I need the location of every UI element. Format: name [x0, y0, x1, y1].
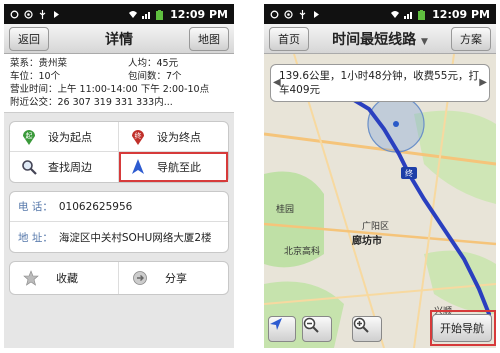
share-icon [131, 269, 149, 287]
route-summary-text: 139.6公里，1小时48分钟，收费55元，打车409元 [279, 70, 479, 96]
battery-icon [418, 9, 427, 20]
restaurant-info: 菜系：贵州菜 人均：45元 车位：10个 包间数：7个 营业时间：上午 11:0… [4, 54, 234, 113]
status-bar: 12:09 PM [264, 4, 496, 24]
place-label: 北京高科 [284, 247, 321, 257]
district-label: 广阳区 [362, 222, 390, 232]
start-navigation-button[interactable]: 开始导航 [432, 314, 492, 342]
plan-button[interactable]: 方案 [450, 26, 491, 51]
at-icon [24, 9, 33, 19]
route-type-dropdown[interactable]: 时间最短线路 ▼ [332, 29, 428, 49]
zoom-in-button[interactable] [352, 316, 382, 342]
signal-icon [142, 10, 151, 19]
route-map-screen: 12:09 PM 首页 时间最短线路 ▼ 方案 终 廊坊市 广阳区 北京高科 桂… [264, 4, 496, 348]
usb-icon [298, 9, 307, 19]
parking-text: 车位：10个 [10, 71, 61, 82]
favorite-label: 收藏 [56, 272, 78, 285]
chevron-left-icon[interactable]: ◀ [273, 76, 281, 90]
share-label: 分享 [165, 272, 187, 285]
locate-arrow-icon [270, 318, 282, 330]
contact-card: 电 话： 01062625956 地 址： 海淀区中关村SOHU网络大厦2楼 [9, 191, 229, 253]
set-start-button[interactable]: 起 设为起点 [10, 122, 119, 152]
zoom-in-icon [353, 317, 369, 333]
address-label: 地 址： [18, 231, 53, 244]
detail-screen: 12:09 PM 返回 详情 地图 菜系：贵州菜 人均：45元 车位：10个 包… [4, 4, 234, 348]
star-icon [22, 269, 40, 287]
navigate-here-label: 导航至此 [157, 161, 201, 174]
city-label: 廊坊市 [352, 236, 382, 247]
signal-icon [404, 10, 413, 19]
address-row[interactable]: 地 址： 海淀区中关村SOHU网络大厦2楼 [10, 222, 228, 252]
current-location-dot [393, 121, 399, 127]
wifi-icon [128, 10, 138, 19]
clock: 12:09 PM [170, 7, 228, 21]
favorite-button[interactable]: 收藏 [10, 262, 119, 294]
usb-icon [38, 9, 47, 19]
map-button[interactable]: 地图 [189, 26, 229, 51]
start-pin-letter: 起 [26, 132, 33, 140]
back-button[interactable]: 返回 [9, 26, 49, 51]
action-grid: 起 设为起点 终 设为终点 查找周边 导航至此 [9, 121, 229, 183]
phone-value: 01062625956 [58, 200, 133, 213]
route-type-label: 时间最短线路 [332, 31, 417, 48]
route-end-marker-label: 终 [405, 168, 413, 178]
clock: 12:09 PM [432, 7, 490, 21]
set-end-label: 设为终点 [157, 130, 201, 144]
share-button[interactable]: 分享 [119, 262, 228, 294]
route-summary: ◀ 139.6公里，1小时48分钟，收费55元，打车409元 ▶ [270, 64, 490, 102]
title-bar: 首页 时间最短线路 ▼ 方案 [264, 24, 496, 54]
chevron-right-icon[interactable]: ▶ [479, 76, 487, 90]
navigation-arrow-icon [129, 158, 147, 176]
play-icon [52, 10, 61, 19]
sync-icon [270, 10, 279, 19]
zoom-out-button[interactable] [302, 316, 332, 342]
start-pin-icon: 起 [20, 128, 38, 146]
private-rooms-text: 包间数：7个 [128, 71, 182, 82]
cuisine-text: 菜系：贵州菜 [10, 58, 68, 69]
phone-row[interactable]: 电 话： 01062625956 [10, 192, 228, 222]
search-nearby-label: 查找周边 [48, 161, 92, 174]
avg-price-text: 人均：45元 [128, 58, 179, 69]
wifi-icon [390, 10, 400, 19]
at-icon [284, 9, 293, 19]
bottom-actions: 收藏 分享 [9, 261, 229, 295]
end-pin-letter: 终 [135, 131, 142, 140]
page-title: 详情 [105, 31, 133, 48]
zoom-out-icon [303, 317, 319, 333]
set-end-button[interactable]: 终 设为终点 [119, 122, 228, 152]
home-button[interactable]: 首页 [269, 26, 309, 51]
locate-button[interactable] [268, 316, 296, 342]
status-bar: 12:09 PM [4, 4, 234, 24]
set-start-label: 设为起点 [48, 130, 92, 144]
title-bar: 返回 详情 地图 [4, 24, 234, 54]
play-icon [312, 10, 321, 19]
battery-icon [156, 9, 165, 20]
search-nearby-button[interactable]: 查找周边 [10, 152, 119, 182]
phone-label: 电 话： [18, 201, 53, 213]
navigate-here-button[interactable]: 导航至此 [119, 152, 228, 182]
chevron-down-icon: ▼ [420, 36, 428, 47]
sync-icon [10, 10, 19, 19]
end-pin-icon: 终 [129, 128, 147, 146]
bus-text: 附近公交：26 307 319 331 333内... [10, 97, 173, 108]
address-value: 海淀区中关村SOHU网络大厦2楼 [58, 231, 212, 244]
place-label: 桂园 [276, 205, 295, 215]
hours-text: 营业时间：上午 11:00-14:00 下午 2:00-10点 [10, 84, 210, 95]
search-icon [20, 158, 38, 176]
